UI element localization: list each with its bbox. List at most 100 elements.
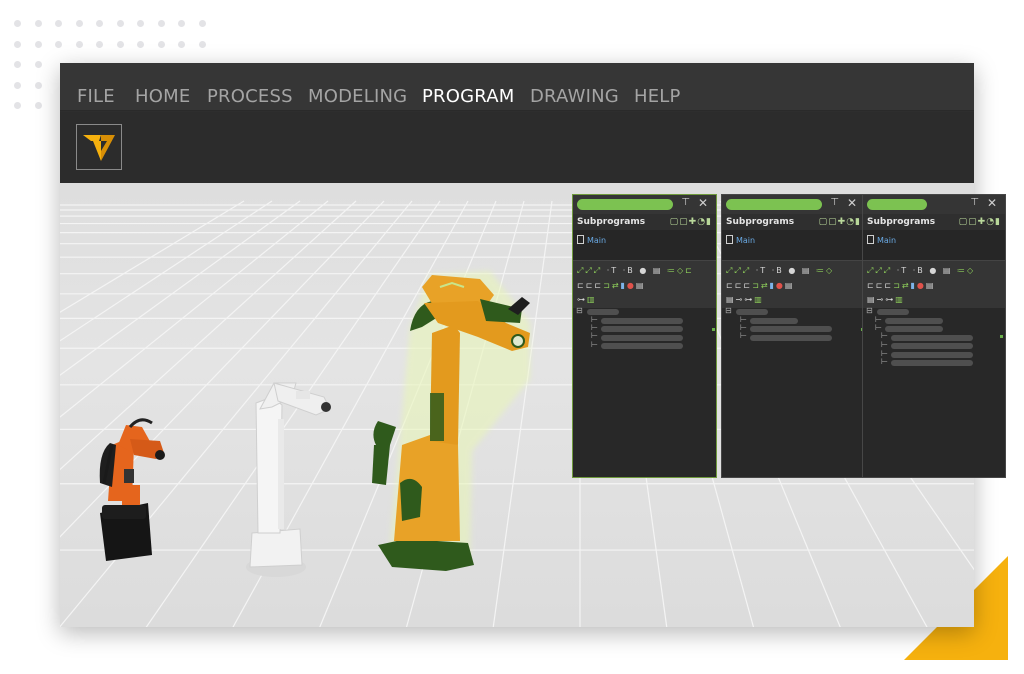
- robot-gold-selected[interactable]: [372, 271, 530, 571]
- tree-row[interactable]: [891, 352, 973, 358]
- decorative-dot: [178, 20, 185, 27]
- tree-row[interactable]: [750, 335, 832, 341]
- decorative-dot: [178, 40, 185, 48]
- menu-program[interactable]: PROGRAM: [422, 86, 515, 107]
- floor-grid-line: [60, 200, 357, 471]
- subprogram-item-label: Main: [877, 236, 897, 245]
- tree-row[interactable]: [601, 318, 683, 324]
- program-panel-2[interactable]: ⊤ ✕ Subprograms ▢▢✚◔▮ Main ⤢⤢⤢ ·T ·B ● ▤…: [721, 194, 866, 478]
- pin-icon[interactable]: ⊤: [830, 197, 839, 208]
- subprogram-item-main[interactable]: Main: [726, 235, 755, 245]
- decorative-dot: [34, 81, 42, 89]
- decorative-dot: [55, 20, 62, 27]
- document-icon: [577, 235, 584, 244]
- subprograms-label: Subprograms: [577, 217, 646, 227]
- tree-branch-icon: ⊢: [881, 331, 888, 340]
- tree-row[interactable]: [891, 343, 973, 349]
- tree-marker: [1000, 335, 1003, 338]
- tree-row[interactable]: [750, 318, 798, 324]
- decorative-dot: [14, 81, 21, 89]
- subprogram-tools-icon[interactable]: ▢▢✚◔▮: [819, 217, 861, 227]
- decorative-dot: [137, 40, 144, 48]
- tree-expand-icon[interactable]: ⊟: [866, 306, 873, 315]
- decorative-dot: [75, 20, 83, 27]
- tree-row[interactable]: [601, 335, 683, 341]
- menu-file[interactable]: FILE: [77, 86, 115, 107]
- visual-components-logo-icon[interactable]: [76, 124, 122, 170]
- tool-b: B: [776, 266, 784, 275]
- decorative-dot: [116, 40, 124, 48]
- statement-tree: ⊟ ⊢ ⊢ ⊢ ⊢: [573, 306, 716, 477]
- decorative-dot: [34, 40, 42, 48]
- toolbar-row-1[interactable]: ⤢⤢⤢ ·T ·B ● ▤ ≔◇: [867, 266, 975, 276]
- decorative-dot: [14, 20, 21, 27]
- statement-toolbar: ⤢⤢⤢ ·T ·B ● ▤ ≔◇ ⊏⊏⊏⊐⇄▮●▤ ▤⊸⊶▥: [722, 260, 865, 308]
- toolbar-row-3[interactable]: ▤⊸⊶▥: [867, 295, 905, 304]
- toolbar-row-1[interactable]: ⤢⤢⤢ ·T ·B ● ▤ ≔◇: [726, 266, 834, 276]
- statement-tree: ⊟ ⊢ ⊢ ⊢: [722, 306, 865, 477]
- menu-help[interactable]: HELP: [634, 86, 681, 107]
- close-icon[interactable]: ✕: [987, 196, 997, 210]
- decorative-dot: [96, 20, 103, 27]
- pin-icon[interactable]: ⊤: [681, 197, 690, 208]
- decorative-dot: [14, 102, 21, 109]
- document-icon: [726, 235, 733, 244]
- subprogram-item-main[interactable]: Main: [577, 235, 606, 245]
- menu-process[interactable]: PROCESS: [207, 86, 293, 107]
- close-icon[interactable]: ✕: [698, 196, 708, 210]
- menu-bar: FILE HOME PROCESS MODELING PROGRAM DRAWI…: [60, 63, 974, 111]
- panel-header: ⊤ ✕: [863, 195, 1005, 214]
- menu-drawing[interactable]: DRAWING: [530, 86, 619, 107]
- tree-row[interactable]: [601, 343, 683, 349]
- subprograms-header: Subprograms ▢▢✚◔▮: [722, 214, 865, 230]
- floor-grid-line: [60, 200, 273, 342]
- robot-orange-small[interactable]: [99, 418, 165, 561]
- decorative-dot: [157, 40, 165, 48]
- tree-row[interactable]: [601, 326, 683, 332]
- toolbar-row-3[interactable]: ⊶▥: [577, 295, 597, 304]
- tree-expand-icon[interactable]: ⊟: [725, 306, 732, 315]
- tool-b: B: [917, 266, 925, 275]
- subprogram-item-label: Main: [736, 236, 756, 245]
- toolbar-row-1[interactable]: ⤢⤢⤢ ·T ·B ● ▤ ≔◇⊏: [577, 266, 694, 276]
- screenshot-stage: FILE HOME PROCESS MODELING PROGRAM DRAWI…: [0, 0, 1024, 674]
- menu-home[interactable]: HOME: [135, 86, 190, 107]
- tool-t: T: [901, 266, 909, 275]
- toolbar-row-2[interactable]: ⊏⊏⊏⊐⇄▮●▤: [726, 281, 794, 290]
- decorative-dot: [116, 20, 124, 27]
- tree-branch-icon: ⊢: [591, 331, 598, 340]
- subprogram-list: Main: [863, 230, 1005, 260]
- toolbar-row-3[interactable]: ▤⊸⊶▥: [726, 295, 764, 304]
- tree-row[interactable]: [885, 326, 943, 332]
- decorative-dot: [96, 40, 103, 48]
- statement-toolbar: ⤢⤢⤢ ·T ·B ● ▤ ≔◇ ⊏⊏⊏⊐⇄▮●▤ ▤⊸⊶▥: [863, 260, 1005, 308]
- floor-grid-line: [60, 200, 385, 538]
- program-panel-1[interactable]: ⊤ ✕ Subprograms ▢▢✚◔▮ Main ⤢⤢⤢ ·T ·B ● ▤…: [572, 194, 717, 478]
- decorative-dot: [137, 20, 144, 27]
- subprogram-item-main[interactable]: Main: [867, 235, 896, 245]
- tree-row[interactable]: [750, 326, 832, 332]
- tree-branch-icon: ⊢: [591, 340, 598, 349]
- pin-icon[interactable]: ⊤: [970, 197, 979, 208]
- tree-row[interactable]: [885, 318, 943, 324]
- program-panel-3[interactable]: ⊤ ✕ Subprograms ▢▢✚◔▮ Main ⤢⤢⤢ ·T ·B ● ▤…: [862, 194, 1006, 478]
- toolbar-row-2[interactable]: ⊏⊏⊏⊐⇄▮●▤: [577, 281, 645, 290]
- subprogram-list: Main: [722, 230, 865, 260]
- close-icon[interactable]: ✕: [847, 196, 857, 210]
- menu-modeling[interactable]: MODELING: [308, 86, 407, 107]
- robot-white[interactable]: [246, 382, 331, 577]
- subprograms-label: Subprograms: [726, 217, 795, 227]
- statement-tree: ⊟ ⊢ ⊢ ⊢ ⊢ ⊢ ⊢: [863, 306, 1005, 477]
- subprogram-tools-icon[interactable]: ▢▢✚◔▮: [959, 217, 1001, 227]
- subprogram-item-label: Main: [587, 236, 607, 245]
- tree-expand-icon[interactable]: ⊟: [576, 306, 583, 315]
- subprogram-tools-icon[interactable]: ▢▢✚◔▮: [670, 217, 712, 227]
- decorative-dot: [34, 20, 42, 27]
- tree-row[interactable]: [891, 335, 973, 341]
- tree-row[interactable]: [891, 360, 973, 366]
- toolbar-row-2[interactable]: ⊏⊏⊏⊐⇄▮●▤: [867, 281, 935, 290]
- floor-grid-line: [60, 200, 245, 313]
- panel-title-bar: [726, 199, 822, 210]
- subprogram-list: Main: [573, 230, 716, 260]
- decorative-dot: [14, 61, 21, 68]
